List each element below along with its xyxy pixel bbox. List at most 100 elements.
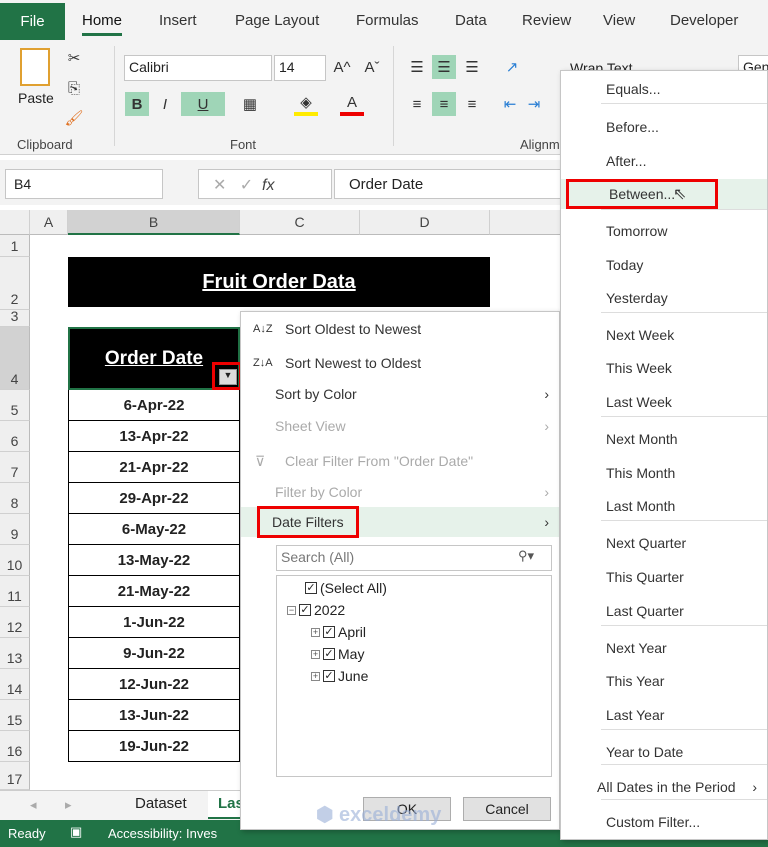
- submenu-item-today[interactable]: Today: [561, 250, 767, 280]
- date-cell[interactable]: 19-Jun-22: [68, 731, 240, 762]
- submenu-item-next-month[interactable]: Next Month: [561, 424, 767, 454]
- submenu-item-year-to-date[interactable]: Year to Date: [561, 737, 767, 767]
- date-cell[interactable]: 29-Apr-22: [68, 483, 240, 514]
- shrink-font-button[interactable]: Aˇ: [360, 55, 384, 79]
- align-bottom-icon[interactable]: ☰: [460, 55, 484, 79]
- row-header-7[interactable]: 7: [0, 452, 30, 483]
- font-name-select[interactable]: Calibri: [124, 55, 272, 81]
- row-header-2[interactable]: 2: [0, 257, 30, 310]
- tab-insert[interactable]: Insert: [159, 12, 197, 29]
- bold-button[interactable]: B: [125, 92, 149, 116]
- align-right-icon[interactable]: ≡: [460, 92, 484, 116]
- copy-icon[interactable]: ⎘: [62, 76, 86, 100]
- tree-select-all[interactable]: ✓ (Select All): [305, 580, 387, 596]
- submenu-item-between[interactable]: Between... ⇖: [561, 179, 767, 209]
- align-left-icon[interactable]: ≡: [405, 92, 429, 116]
- submenu-item-tomorrow[interactable]: Tomorrow: [561, 216, 767, 246]
- column-header-c[interactable]: C: [240, 210, 360, 235]
- italic-button[interactable]: I: [153, 92, 177, 116]
- submenu-item-before[interactable]: Before...: [561, 112, 767, 142]
- menu-sort-asc[interactable]: A↓Z Sort Oldest to Newest: [241, 314, 559, 344]
- align-center-icon[interactable]: ≡: [432, 92, 456, 116]
- submenu-item-this-week[interactable]: This Week: [561, 353, 767, 383]
- paste-icon[interactable]: [20, 48, 50, 86]
- tree-year-2022[interactable]: − ✓ 2022: [287, 602, 345, 618]
- column-header-a[interactable]: A: [30, 210, 68, 235]
- date-cell[interactable]: 13-May-22: [68, 545, 240, 576]
- decrease-indent-icon[interactable]: ⇤: [498, 92, 522, 116]
- scroll-left-icon[interactable]: ◂: [30, 797, 37, 813]
- align-middle-icon[interactable]: ☰: [432, 55, 456, 79]
- tab-view[interactable]: View: [603, 12, 635, 29]
- submenu-item-all-dates-in-the-period[interactable]: All Dates in the Period ›: [561, 772, 767, 802]
- submenu-item-after[interactable]: After...: [561, 146, 767, 176]
- accessibility-status[interactable]: Accessibility: Inves: [108, 826, 217, 841]
- borders-icon[interactable]: ▦: [238, 92, 262, 116]
- submenu-item-next-year[interactable]: Next Year: [561, 633, 767, 663]
- tab-review[interactable]: Review: [522, 12, 571, 29]
- search-icon[interactable]: ⚲▾: [518, 548, 534, 564]
- submenu-item-next-week[interactable]: Next Week: [561, 320, 767, 350]
- row-header-14[interactable]: 14: [0, 669, 30, 700]
- date-cell[interactable]: 6-May-22: [68, 514, 240, 545]
- fill-color-icon[interactable]: ◈: [294, 92, 318, 116]
- row-header-12[interactable]: 12: [0, 607, 30, 638]
- row-header-15[interactable]: 15: [0, 700, 30, 731]
- submenu-item-equals[interactable]: Equals...: [561, 74, 767, 104]
- row-header-16[interactable]: 16: [0, 731, 30, 762]
- tab-formulas[interactable]: Formulas: [356, 12, 419, 29]
- cut-icon[interactable]: ✂: [62, 46, 86, 70]
- tree-month-may[interactable]: + ✓ May: [311, 646, 364, 662]
- submenu-item-this-quarter[interactable]: This Quarter: [561, 562, 767, 592]
- tab-file[interactable]: File: [0, 3, 65, 40]
- column-header-b[interactable]: B: [68, 210, 240, 235]
- align-top-icon[interactable]: ☰: [405, 55, 429, 79]
- submenu-item-this-year[interactable]: This Year: [561, 666, 767, 696]
- menu-sort-desc[interactable]: Z↓A Sort Newest to Oldest: [241, 348, 559, 378]
- date-cell[interactable]: 6-Apr-22: [68, 390, 240, 421]
- date-cell[interactable]: 13-Apr-22: [68, 421, 240, 452]
- orientation-icon[interactable]: ↗: [500, 55, 524, 79]
- format-painter-icon[interactable]: 🖌: [62, 106, 86, 130]
- date-cell[interactable]: 1-Jun-22: [68, 607, 240, 638]
- row-header-1[interactable]: 1: [0, 235, 30, 257]
- increase-indent-icon[interactable]: ⇥: [522, 92, 546, 116]
- sheet-tab-dataset[interactable]: Dataset: [135, 795, 187, 812]
- filter-dropdown-button[interactable]: ▼: [212, 362, 242, 390]
- row-header-10[interactable]: 10: [0, 545, 30, 576]
- filter-search-input[interactable]: Search (All): [276, 545, 552, 571]
- row-header-8[interactable]: 8: [0, 483, 30, 514]
- tree-month-june[interactable]: + ✓ June: [311, 668, 368, 684]
- macro-icon[interactable]: ▣: [70, 824, 82, 840]
- date-cell[interactable]: 21-Apr-22: [68, 452, 240, 483]
- date-cell[interactable]: 9-Jun-22: [68, 638, 240, 669]
- row-header-9[interactable]: 9: [0, 514, 30, 545]
- submenu-item-last-year[interactable]: Last Year: [561, 700, 767, 730]
- submenu-item-this-month[interactable]: This Month: [561, 458, 767, 488]
- tab-home[interactable]: Home: [82, 12, 123, 36]
- column-header-d[interactable]: D: [360, 210, 490, 235]
- submenu-item-last-quarter[interactable]: Last Quarter: [561, 596, 767, 626]
- scroll-right-icon[interactable]: ▸: [65, 797, 72, 813]
- row-header-17[interactable]: 17: [0, 762, 30, 790]
- tab-developer[interactable]: Developer: [670, 12, 738, 29]
- submenu-item-next-quarter[interactable]: Next Quarter: [561, 528, 767, 558]
- name-box[interactable]: B4: [5, 169, 163, 199]
- row-header-4[interactable]: 4: [0, 327, 30, 390]
- menu-sort-by-color[interactable]: Sort by Color ›: [241, 379, 559, 409]
- date-cell[interactable]: 12-Jun-22: [68, 669, 240, 700]
- row-header-11[interactable]: 11: [0, 576, 30, 607]
- row-header-6[interactable]: 6: [0, 421, 30, 452]
- cancel-button[interactable]: Cancel: [463, 797, 551, 821]
- date-cell[interactable]: 21-May-22: [68, 576, 240, 607]
- submenu-item-last-week[interactable]: Last Week: [561, 387, 767, 417]
- font-color-button[interactable]: A: [340, 92, 364, 116]
- paste-button[interactable]: Paste: [18, 90, 54, 106]
- grow-font-button[interactable]: A^: [330, 55, 354, 79]
- submenu-item-custom-filter[interactable]: Custom Filter...: [561, 807, 767, 837]
- tab-page-layout[interactable]: Page Layout: [235, 12, 319, 29]
- underline-button[interactable]: U: [181, 92, 225, 116]
- submenu-item-yesterday[interactable]: Yesterday: [561, 283, 767, 313]
- tab-data[interactable]: Data: [455, 12, 487, 29]
- font-size-select[interactable]: 14: [274, 55, 326, 81]
